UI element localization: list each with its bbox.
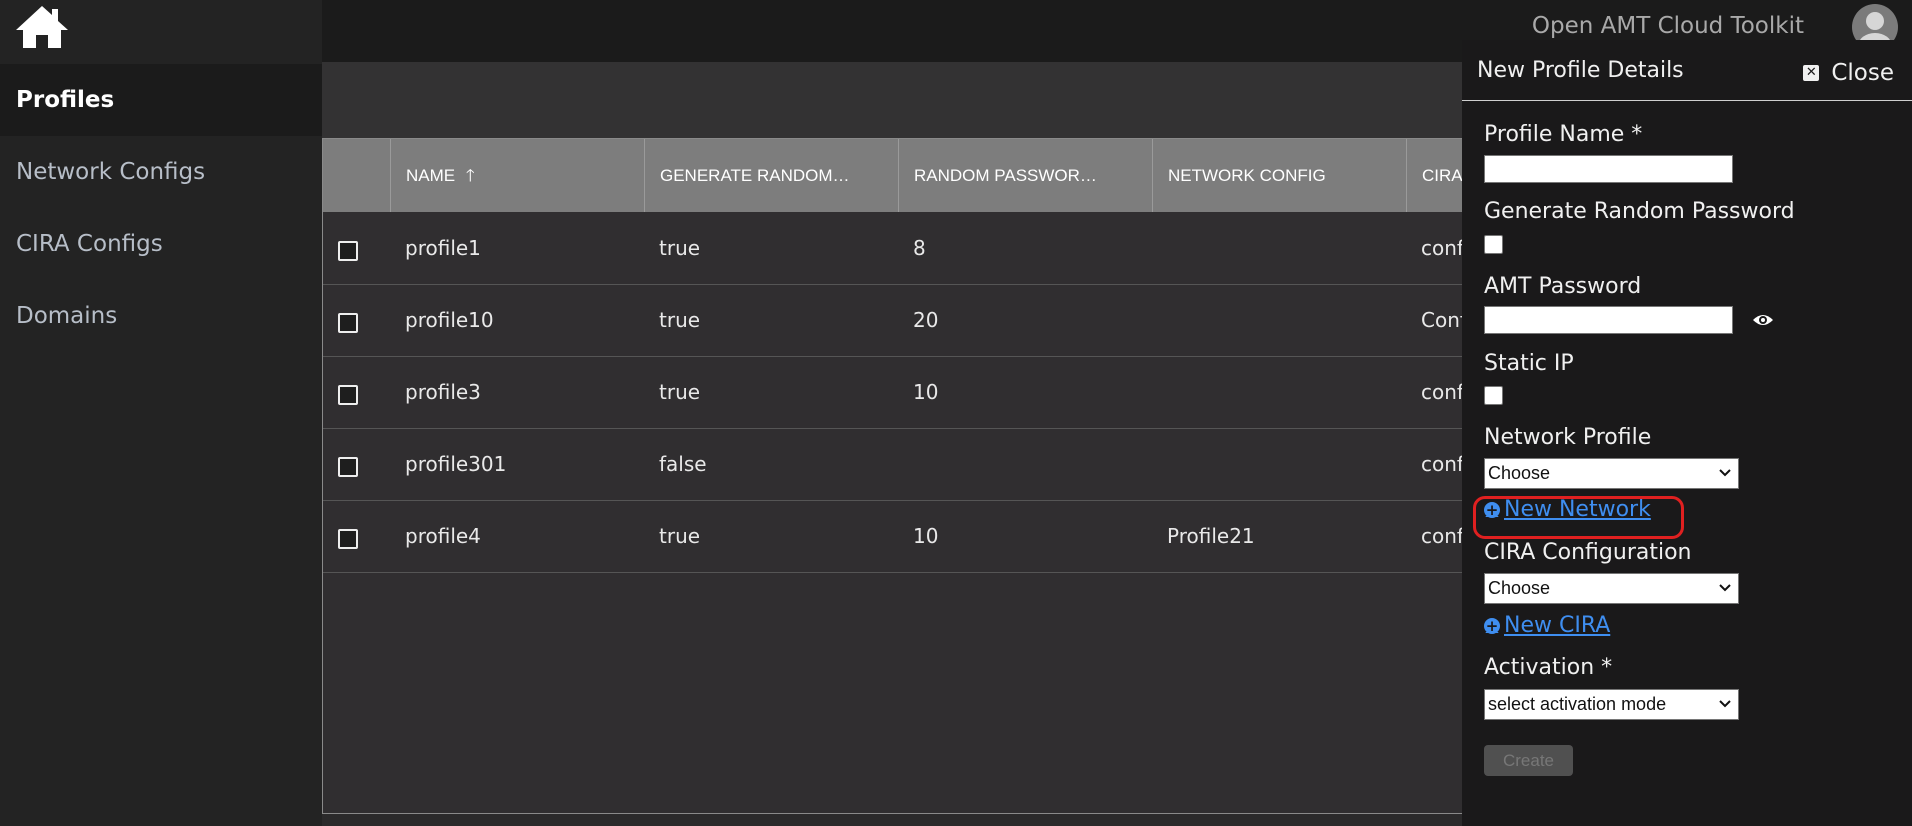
row-checkbox[interactable] [338, 529, 358, 549]
sidebar-item-network-configs[interactable]: Network Configs [0, 136, 322, 208]
chevron-down-icon [1719, 469, 1731, 477]
activation-select[interactable]: select activation mode [1484, 689, 1739, 720]
table-row[interactable]: profile301 false confi [323, 428, 1491, 501]
cell-generate-random: true [659, 380, 701, 404]
cell-network-config [1153, 212, 1167, 284]
cell-generate-random: true [659, 308, 701, 332]
create-button[interactable]: Create [1484, 745, 1573, 776]
cell-random-password: 10 [913, 380, 939, 404]
row-checkbox[interactable] [338, 313, 358, 333]
cell-cira: Conf [1421, 308, 1467, 332]
new-cira-link[interactable]: + New CIRA [1484, 613, 1610, 638]
cell-name: profile4 [405, 524, 481, 548]
table-row[interactable]: profile10 true 20 Conf [323, 284, 1491, 357]
app-title: Open AMT Cloud Toolkit [1531, 13, 1804, 39]
cell-network-config [1153, 356, 1167, 428]
select-column-header [323, 139, 391, 212]
sidebar: Profiles Network Configs CIRA Configs Do… [0, 0, 322, 826]
profiles-table: NAME 🡑 GENERATE RANDOM… RANDOM PASSWOR… … [322, 138, 1491, 814]
static-ip-checkbox[interactable] [1484, 386, 1503, 405]
cell-random-password [899, 428, 913, 500]
static-ip-label: Static IP [1484, 351, 1574, 376]
column-header-generate-random[interactable]: GENERATE RANDOM… [645, 139, 899, 212]
cell-cira: confi [1421, 452, 1470, 476]
table-row[interactable]: profile1 true 8 confi [323, 212, 1491, 285]
panel-title: New Profile Details [1477, 58, 1684, 83]
cell-name: profile3 [405, 380, 481, 404]
column-header-name[interactable]: NAME 🡑 [391, 139, 645, 212]
cira-configuration-selected: Choose [1488, 578, 1551, 598]
network-profile-label: Network Profile [1484, 425, 1652, 450]
cell-generate-random: true [659, 524, 701, 548]
plus-circle-icon: + [1484, 616, 1500, 635]
panel-divider [1462, 100, 1912, 101]
cell-random-password: 10 [913, 524, 939, 548]
cell-cira: confi [1421, 236, 1470, 260]
chevron-down-icon [1719, 584, 1731, 592]
table-header: NAME 🡑 GENERATE RANDOM… RANDOM PASSWOR… … [323, 139, 1491, 212]
network-profile-selected: Choose [1488, 463, 1551, 483]
cell-generate-random: true [659, 236, 701, 260]
eye-icon[interactable] [1752, 312, 1774, 328]
new-network-highlight [1473, 496, 1684, 539]
table-row[interactable]: profile4 true 10 Profile21 confi [323, 500, 1491, 573]
cira-configuration-label: CIRA Configuration [1484, 540, 1692, 565]
amt-password-label: AMT Password [1484, 274, 1642, 299]
close-label: Close [1831, 60, 1894, 86]
column-header-network-config[interactable]: NETWORK CONFIG [1153, 139, 1407, 212]
sort-ascending-icon: 🡑 [465, 166, 475, 185]
column-header-name-label: NAME [406, 166, 456, 185]
amt-password-input[interactable] [1484, 306, 1733, 334]
activation-label: Activation * [1484, 655, 1613, 680]
generate-random-password-checkbox[interactable] [1484, 235, 1503, 254]
row-checkbox[interactable] [338, 457, 358, 477]
close-icon: ✕ [1803, 65, 1820, 81]
cell-network-config: Profile21 [1167, 524, 1255, 548]
sidebar-item-profiles[interactable]: Profiles [0, 64, 322, 136]
column-header-random-password[interactable]: RANDOM PASSWOR… [899, 139, 1153, 212]
cell-cira: confi [1421, 380, 1470, 404]
row-checkbox[interactable] [338, 385, 358, 405]
home-button[interactable] [0, 0, 322, 62]
cell-network-config [1153, 428, 1167, 500]
new-cira-label: New CIRA [1504, 613, 1611, 638]
generate-random-password-label: Generate Random Password [1484, 199, 1795, 224]
cell-cira: confi [1421, 524, 1470, 548]
cell-generate-random: false [659, 452, 707, 476]
row-checkbox[interactable] [338, 241, 358, 261]
sidebar-item-cira-configs[interactable]: CIRA Configs [0, 208, 322, 280]
close-button[interactable]: ✕ Close [1803, 60, 1894, 86]
chevron-down-icon [1719, 700, 1731, 708]
cell-network-config [1153, 284, 1167, 356]
new-profile-panel: New Profile Details ✕ Close Profile Name… [1462, 40, 1912, 826]
cell-name: profile301 [405, 452, 507, 476]
cira-configuration-select[interactable]: Choose [1484, 573, 1739, 604]
cell-name: profile1 [405, 236, 481, 260]
network-profile-select[interactable]: Choose [1484, 458, 1739, 489]
cell-random-password: 8 [913, 236, 926, 260]
cell-name: profile10 [405, 308, 494, 332]
profile-name-label: Profile Name * [1484, 122, 1643, 147]
profile-name-input[interactable] [1484, 155, 1733, 183]
home-icon [16, 6, 68, 48]
cell-random-password: 20 [913, 308, 939, 332]
table-row[interactable]: profile3 true 10 confi [323, 356, 1491, 429]
sidebar-item-domains[interactable]: Domains [0, 280, 322, 352]
activation-selected: select activation mode [1488, 694, 1667, 714]
